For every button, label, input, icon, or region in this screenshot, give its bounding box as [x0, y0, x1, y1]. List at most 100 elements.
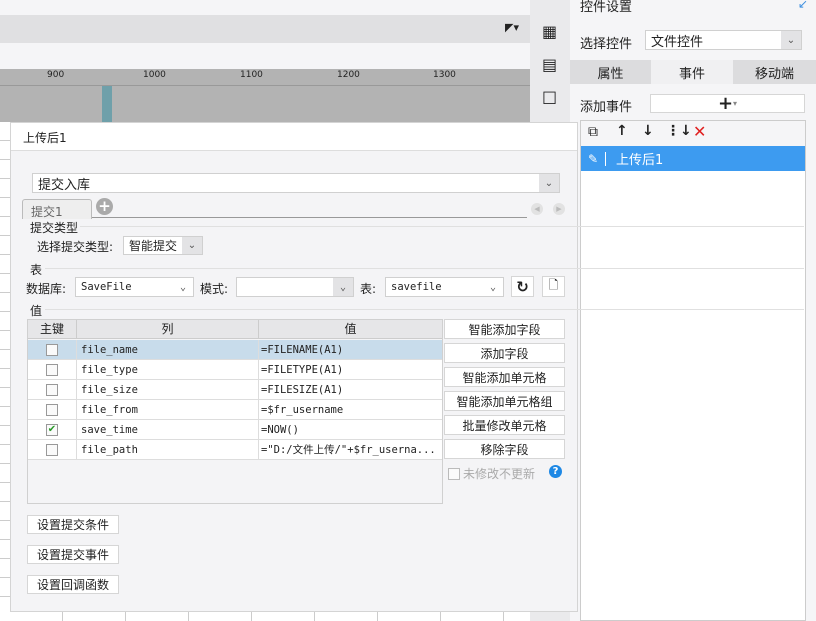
frame-icon[interactable]: □ — [542, 87, 557, 106]
select-widget-dropdown[interactable]: 文件控件 ⌄ — [645, 30, 802, 50]
submit-type-dropdown[interactable]: 智能提交 ⌄ — [123, 236, 203, 255]
database-dropdown[interactable]: SaveFile ⌄ — [75, 277, 194, 297]
section-value: 值 — [30, 304, 43, 318]
action-type-dropdown[interactable]: 提交入库 ⌄ — [32, 173, 560, 193]
column-cell[interactable]: save_time — [77, 420, 259, 439]
column-cell[interactable]: file_from — [77, 400, 259, 419]
table-row[interactable]: file_size =FILESIZE(A1) — [28, 380, 442, 400]
table-row[interactable]: file_name =FILENAME(A1) — [28, 340, 442, 360]
help-icon[interactable]: ? — [549, 465, 562, 478]
preview-table-button[interactable]: 🗋 — [542, 276, 565, 297]
refresh-button[interactable]: ↻ — [511, 276, 534, 297]
column-marker — [102, 86, 112, 122]
smart-add-fields-button[interactable]: 智能添加字段 — [444, 319, 565, 339]
ruler-label: 1100 — [240, 70, 263, 80]
plus-icon: + — [717, 93, 734, 114]
tab-events[interactable]: 事件 — [651, 60, 733, 84]
widget-info-icon[interactable]: ▤ — [542, 55, 557, 74]
chevron-down-icon: ⌄ — [483, 278, 503, 296]
submit-type-label: 选择提交类型: — [37, 240, 114, 254]
formula-bar — [0, 43, 530, 69]
tab-prev-icon[interactable]: ◀ — [531, 203, 543, 215]
primary-key-checkbox[interactable] — [46, 383, 58, 396]
checkbox[interactable] — [448, 467, 460, 480]
move-bottom-icon[interactable]: ⋮↓ — [666, 123, 692, 139]
table-dropdown[interactable]: savefile ⌄ — [385, 277, 504, 297]
remove-field-button[interactable]: 移除字段 — [444, 439, 565, 459]
tab-line — [92, 217, 527, 218]
tab-next-icon[interactable]: ▶ — [553, 203, 565, 215]
smart-add-cells-button[interactable]: 智能添加单元格 — [444, 367, 565, 387]
no-update-unchanged-checkbox[interactable]: 未修改不更新 — [448, 465, 535, 482]
grid-layout-icon[interactable]: ▦ — [542, 22, 557, 41]
ruler: 900 1000 1100 1200 1300 — [0, 69, 530, 86]
primary-key-checkbox[interactable]: ✔ — [46, 423, 58, 436]
canvas-area — [0, 86, 530, 122]
key-cell — [28, 440, 77, 459]
column-cell[interactable]: file_type — [77, 360, 259, 379]
smart-add-cell-group-button[interactable]: 智能添加单元格组 — [444, 391, 565, 411]
collapse-icon[interactable]: ↙ — [798, 0, 808, 11]
column-cell[interactable]: file_name — [77, 340, 259, 359]
tab-submit-1[interactable]: 提交1 — [22, 199, 92, 219]
select-widget-value: 文件控件 — [651, 34, 704, 50]
add-tab-icon[interactable]: + — [96, 198, 113, 215]
column-cell[interactable]: file_path — [77, 440, 259, 459]
chevron-down-icon: ⌄ — [173, 278, 193, 296]
primary-key-checkbox[interactable] — [46, 403, 58, 416]
database-value: SaveFile — [81, 281, 132, 293]
add-event-button[interactable]: + ▾ — [650, 93, 805, 114]
value-cell[interactable]: =FILENAME(A1) — [259, 340, 442, 359]
chevron-down-icon: ⌄ — [781, 31, 801, 49]
section-submit-type: 提交类型 — [30, 221, 79, 235]
divider — [45, 309, 804, 310]
section-table: 表 — [30, 263, 43, 277]
preview-icon: 🗋 — [548, 278, 559, 292]
table-label: 表: — [360, 282, 377, 296]
arrow-up-icon[interactable]: ↑ — [616, 123, 628, 139]
dialog-title: 上传后1 — [11, 123, 577, 151]
arrow-down-icon[interactable]: ↓ — [642, 123, 654, 139]
value-cell[interactable]: =FILETYPE(A1) — [259, 360, 442, 379]
key-cell: ✔ — [28, 420, 77, 439]
header-column: 列 — [77, 320, 259, 338]
select-widget-label: 选择控件 — [580, 37, 633, 52]
ruler-label: 1200 — [337, 70, 360, 80]
layout-dropdown-icon[interactable]: ◤▾ — [505, 21, 519, 34]
value-cell[interactable]: ="D:/文件上传/"+$fr_userna... — [259, 440, 442, 459]
delete-icon[interactable]: ✕ — [693, 122, 706, 141]
event-item[interactable]: ✎ 上传后1 — [581, 146, 805, 171]
value-cell[interactable]: =NOW() — [259, 420, 442, 439]
set-submit-event-button[interactable]: 设置提交事件 — [27, 545, 119, 564]
batch-modify-cells-button[interactable]: 批量修改单元格 — [444, 415, 565, 435]
panel-title: 控件设置 — [580, 0, 633, 15]
copy-icon[interactable]: ⧉ — [588, 124, 598, 140]
event-list: ⧉ ↑ ↓ ⋮↓ ✕ ✎ 上传后1 — [580, 120, 806, 621]
schema-dropdown[interactable]: ⌄ — [236, 277, 354, 297]
primary-key-checkbox[interactable] — [46, 363, 58, 376]
table-row[interactable]: file_path ="D:/文件上传/"+$fr_userna... — [28, 440, 442, 460]
set-submit-condition-button[interactable]: 设置提交条件 — [27, 515, 119, 534]
ruler-label: 1000 — [143, 70, 166, 80]
key-cell — [28, 360, 77, 379]
top-strip — [0, 0, 530, 15]
widget-settings-panel: 控件设置 ↙ 选择控件 文件控件 ⌄ 属性 事件 移动端 添加事件 + ▾ ⧉ ↑ … — [570, 0, 816, 621]
value-cell[interactable]: =FILESIZE(A1) — [259, 380, 442, 399]
set-callback-button[interactable]: 设置回调函数 — [27, 575, 119, 594]
table-row[interactable]: file_from =$fr_username — [28, 400, 442, 420]
edit-icon[interactable]: ✎ — [581, 151, 606, 166]
no-update-unchanged-label: 未修改不更新 — [463, 467, 536, 481]
field-table: 主键 列 值 file_name =FILENAME(A1) file_type… — [27, 319, 443, 504]
table-row[interactable]: ✔ save_time =NOW() — [28, 420, 442, 440]
tab-properties[interactable]: 属性 — [570, 60, 651, 84]
primary-key-checkbox[interactable] — [46, 443, 58, 456]
column-cell[interactable]: file_size — [77, 380, 259, 399]
table-row[interactable]: file_type =FILETYPE(A1) — [28, 360, 442, 380]
add-field-button[interactable]: 添加字段 — [444, 343, 565, 363]
tab-mobile[interactable]: 移动端 — [733, 60, 816, 84]
primary-key-checkbox[interactable] — [46, 343, 58, 356]
value-cell[interactable]: =$fr_username — [259, 400, 442, 419]
schema-label: 模式: — [200, 282, 229, 296]
action-type-value: 提交入库 — [38, 177, 91, 193]
refresh-icon: ↻ — [516, 277, 529, 296]
